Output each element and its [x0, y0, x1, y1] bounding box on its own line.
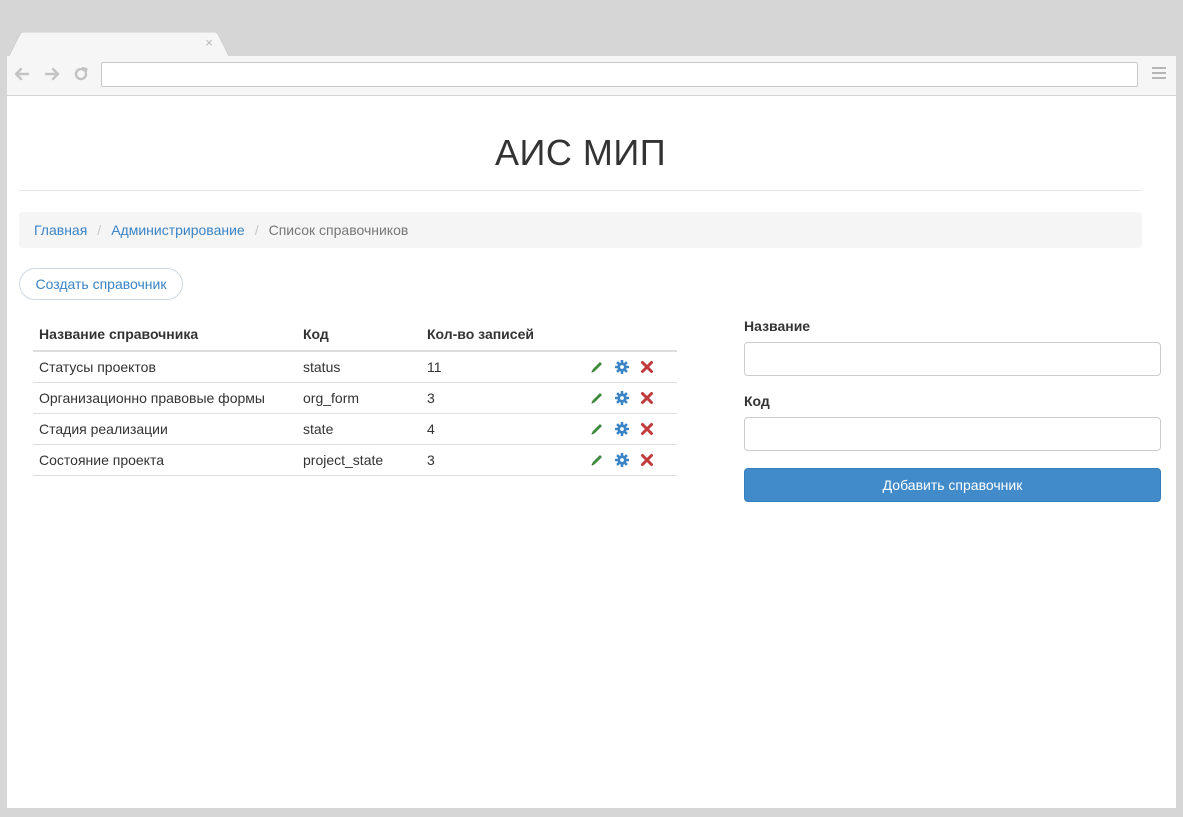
- settings-icon[interactable]: [614, 421, 630, 437]
- row-count: 4: [421, 413, 583, 445]
- row-code: state: [297, 413, 421, 445]
- row-actions: [583, 382, 677, 414]
- row-code: org_form: [297, 382, 421, 414]
- delete-icon[interactable]: [639, 452, 655, 468]
- settings-icon[interactable]: [614, 359, 630, 375]
- create-directory-button[interactable]: Создать справочник: [19, 268, 183, 300]
- row-code: status: [297, 351, 421, 383]
- delete-icon[interactable]: [639, 359, 655, 375]
- table-row: Организационно правовые формы org_form 3: [33, 382, 677, 414]
- name-input[interactable]: [744, 342, 1161, 376]
- settings-icon[interactable]: [614, 452, 630, 468]
- reload-icon[interactable]: [72, 65, 90, 83]
- tab-close-icon[interactable]: ×: [203, 36, 215, 49]
- breadcrumb-separator: /: [97, 222, 102, 238]
- address-bar[interactable]: [101, 62, 1138, 87]
- column-header-count: Кол-во записей: [421, 318, 583, 352]
- delete-icon[interactable]: [639, 390, 655, 406]
- browser-tab[interactable]: [8, 32, 230, 58]
- row-actions: [583, 413, 677, 445]
- back-icon[interactable]: [13, 65, 31, 83]
- edit-icon[interactable]: [589, 390, 605, 406]
- row-actions: [583, 444, 677, 476]
- breadcrumb-home-link[interactable]: Главная: [34, 222, 87, 238]
- edit-icon[interactable]: [589, 452, 605, 468]
- table-row: Состояние проекта project_state 3: [33, 444, 677, 476]
- breadcrumb-admin-link[interactable]: Администрирование: [111, 222, 245, 238]
- forward-icon[interactable]: [43, 65, 61, 83]
- page-title: АИС МИП: [494, 132, 667, 173]
- row-code: project_state: [297, 444, 421, 476]
- directories-table: Название справочника Код Кол-во записей …: [33, 318, 677, 476]
- delete-icon[interactable]: [639, 421, 655, 437]
- table-header-row: Название справочника Код Кол-во записей: [33, 318, 677, 352]
- browser-toolbar: [7, 56, 1176, 96]
- table-row: Статусы проектов status 11: [33, 351, 677, 383]
- row-name: Статусы проектов: [33, 351, 297, 383]
- row-name: Состояние проекта: [33, 444, 297, 476]
- code-input[interactable]: [744, 417, 1161, 451]
- name-label: Название: [744, 318, 811, 334]
- code-label: Код: [744, 393, 770, 409]
- row-count: 3: [421, 444, 583, 476]
- settings-icon[interactable]: [614, 390, 630, 406]
- edit-icon[interactable]: [589, 359, 605, 375]
- column-header-actions: [583, 318, 677, 352]
- breadcrumb-separator: /: [254, 222, 259, 238]
- title-divider: [19, 190, 1142, 191]
- row-name: Стадия реализации: [33, 413, 297, 445]
- row-count: 3: [421, 382, 583, 414]
- breadcrumb: Главная / Администрирование / Список спр…: [19, 212, 1142, 248]
- row-count: 11: [421, 351, 583, 383]
- page-viewport: АИС МИП Главная / Администрирование / Сп…: [7, 96, 1176, 808]
- add-directory-button[interactable]: Добавить справочник: [744, 468, 1161, 502]
- table-row: Стадия реализации state 4: [33, 413, 677, 445]
- browser-menu-icon[interactable]: [1152, 67, 1166, 81]
- breadcrumb-current: Список справочников: [268, 222, 409, 238]
- row-actions: [583, 351, 677, 383]
- add-directory-form: Название Код Добавить справочник: [744, 318, 1161, 502]
- row-name: Организационно правовые формы: [33, 382, 297, 414]
- column-header-name: Название справочника: [33, 318, 297, 352]
- edit-icon[interactable]: [589, 421, 605, 437]
- column-header-code: Код: [297, 318, 421, 352]
